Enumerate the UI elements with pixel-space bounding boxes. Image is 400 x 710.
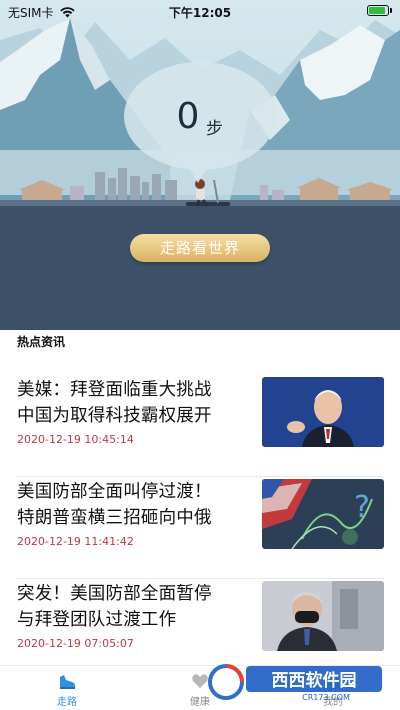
news-thumbnail [262, 377, 384, 447]
watermark-url: CR173.COM [302, 693, 350, 702]
status-bar: 无SIM卡 下午12:05 [0, 0, 400, 22]
battery-cap [390, 8, 392, 13]
news-thumbnail [262, 581, 384, 651]
divider [16, 476, 384, 477]
battery-icon [367, 5, 389, 16]
news-title: 美媒：拜登面临重大挑战 中国为取得科技霸权展开 [17, 380, 212, 426]
watermark-logo: 西西软件园 CR173.COM [206, 662, 386, 702]
divider [16, 578, 384, 579]
tab-walk[interactable]: 走路 [37, 671, 97, 708]
svg-text:?: ? [354, 490, 370, 525]
news-title: 突发！美国防部全面暂停 与拜登团队过渡工作 [17, 584, 212, 630]
hero-banner: 无SIM卡 下午12:05 0 步 走路看世界 [0, 0, 400, 330]
step-unit: 步 [206, 119, 223, 139]
battery-level [369, 7, 386, 14]
tab-label: 走路 [57, 697, 77, 708]
news-thumbnail: ? [262, 479, 384, 549]
news-date: 2020-12-19 07:05:07 [17, 637, 134, 650]
news-date: 2020-12-19 10:45:14 [17, 433, 134, 446]
walk-world-button[interactable]: 走路看世界 [130, 234, 270, 262]
step-count: 0 [176, 96, 200, 137]
shoe-icon [60, 675, 75, 689]
hot-news-title: 热点资讯 [17, 335, 66, 349]
watermark-text: 西西软件园 [272, 670, 357, 691]
news-item[interactable]: 美媒：拜登面临重大挑战 中国为取得科技霸权展开 2020-12-19 10:45… [0, 377, 400, 477]
news-title: 美国防部全面叫停过渡！ 特朗普蛮横三招砸向中俄 [17, 482, 212, 528]
news-date: 2020-12-19 11:41:42 [17, 535, 134, 548]
status-time: 下午12:05 [168, 6, 232, 20]
news-item[interactable]: 美国防部全面叫停过渡！ 特朗普蛮横三招砸向中俄 2020-12-19 11:41… [0, 479, 400, 579]
